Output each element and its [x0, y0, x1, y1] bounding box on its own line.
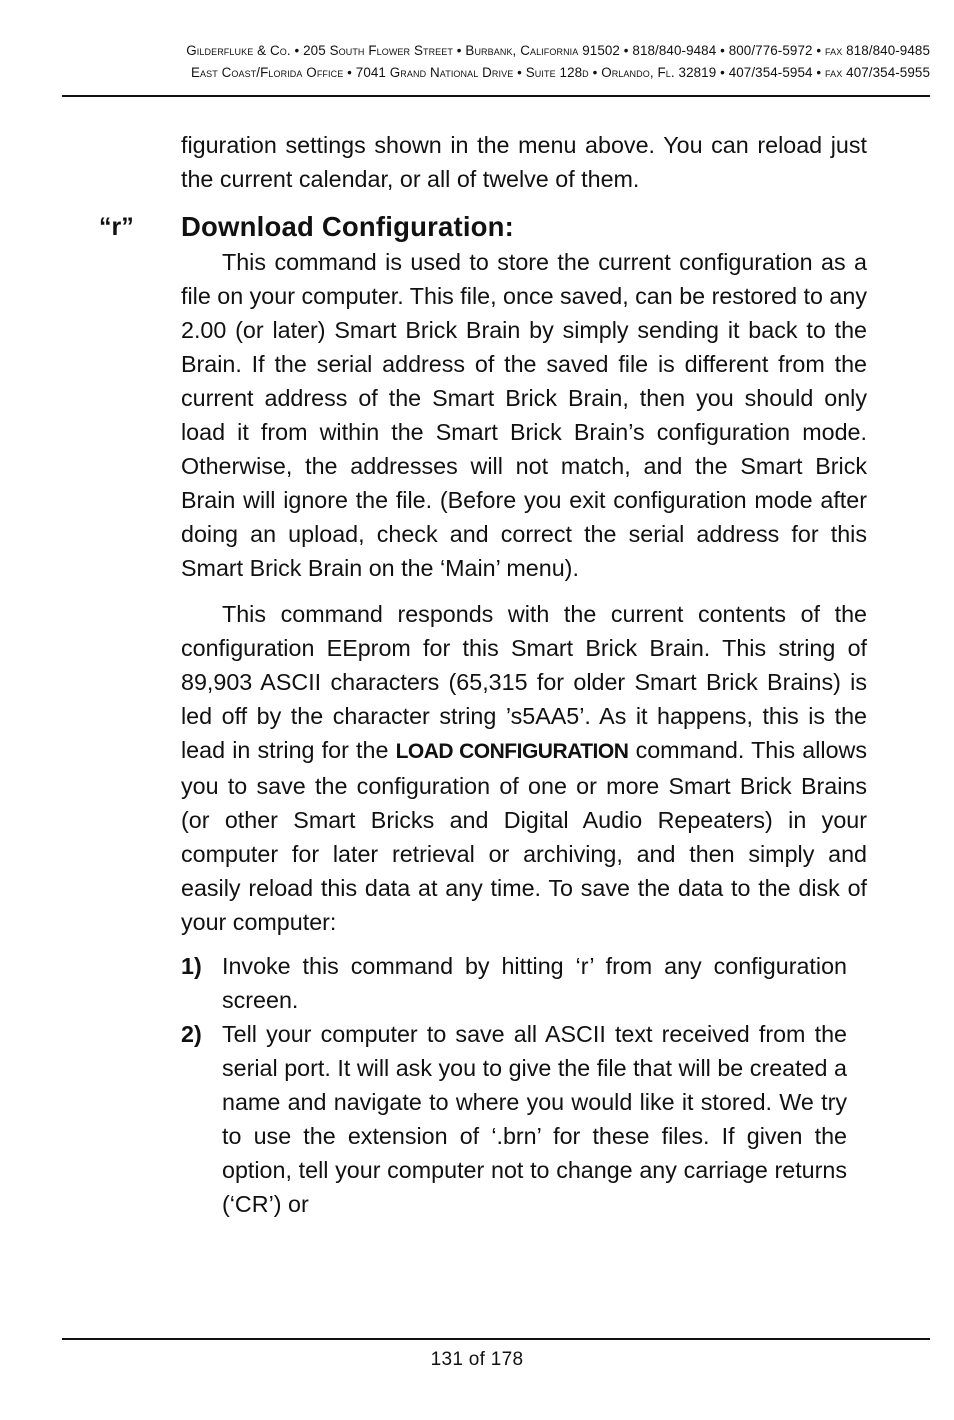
header-divider: [62, 95, 930, 97]
page-number: 131 of 178: [430, 1349, 524, 1370]
company-name: Gilderfluke & Co.: [186, 43, 291, 58]
zip-code: 32819: [678, 65, 717, 80]
section-heading: “r” Download Configuration:: [99, 209, 867, 245]
steps-list: 1) Invoke this command by hitting ‘r’ fr…: [181, 949, 867, 1221]
suite: Suite 128d: [525, 65, 589, 80]
command-key: “r”: [99, 213, 134, 241]
body-paragraph-2: This command responds with the current c…: [181, 601, 867, 935]
list-item: 2) Tell your computer to save all ASCII …: [181, 1017, 867, 1221]
city-state: Burbank, California: [465, 43, 579, 58]
fax-number: 407/354-5955: [846, 65, 930, 80]
footer-divider: [62, 1338, 930, 1340]
load-configuration-reference: LOAD CONFIGURATION: [395, 740, 629, 763]
street-address: 7041 Grand National Drive: [355, 65, 514, 80]
city-state: Orlando, Fl.: [601, 65, 675, 80]
page-body: figuration settings shown in the menu ab…: [99, 128, 867, 1221]
body-paragraph-1: This command is used to store the curren…: [181, 249, 867, 581]
section-title: Download Configuration:: [181, 211, 515, 242]
list-item: 1) Invoke this command by hitting ‘r’ fr…: [181, 949, 867, 1017]
office-name: East Coast/Florida Office: [190, 65, 344, 80]
intro-paragraph: figuration settings shown in the menu ab…: [181, 132, 867, 192]
fax-label: fax: [825, 65, 843, 80]
toll-free-number: 800/776-5972: [728, 43, 813, 58]
step-number: 1): [181, 953, 202, 979]
zip-code: 91502: [582, 43, 620, 58]
phone-number: 818/840-9484: [632, 43, 717, 58]
phone-number: 407/354-5954: [728, 65, 813, 80]
fax-label: fax: [825, 43, 843, 58]
page-header: Gilderfluke & Co. • 205 South Flower Str…: [62, 40, 930, 84]
step-text: Tell your computer to save all ASCII tex…: [222, 1021, 847, 1217]
step-number: 2): [181, 1021, 202, 1047]
header-line-main-office: Gilderfluke & Co. • 205 South Flower Str…: [186, 43, 930, 58]
step-text: Invoke this command by hitting ‘r’ from …: [222, 953, 847, 1013]
fax-number: 818/840-9485: [846, 43, 930, 58]
street-address: 205 South Flower Street: [303, 43, 453, 58]
header-line-east-office: East Coast/Florida Office • 7041 Grand N…: [190, 65, 930, 80]
